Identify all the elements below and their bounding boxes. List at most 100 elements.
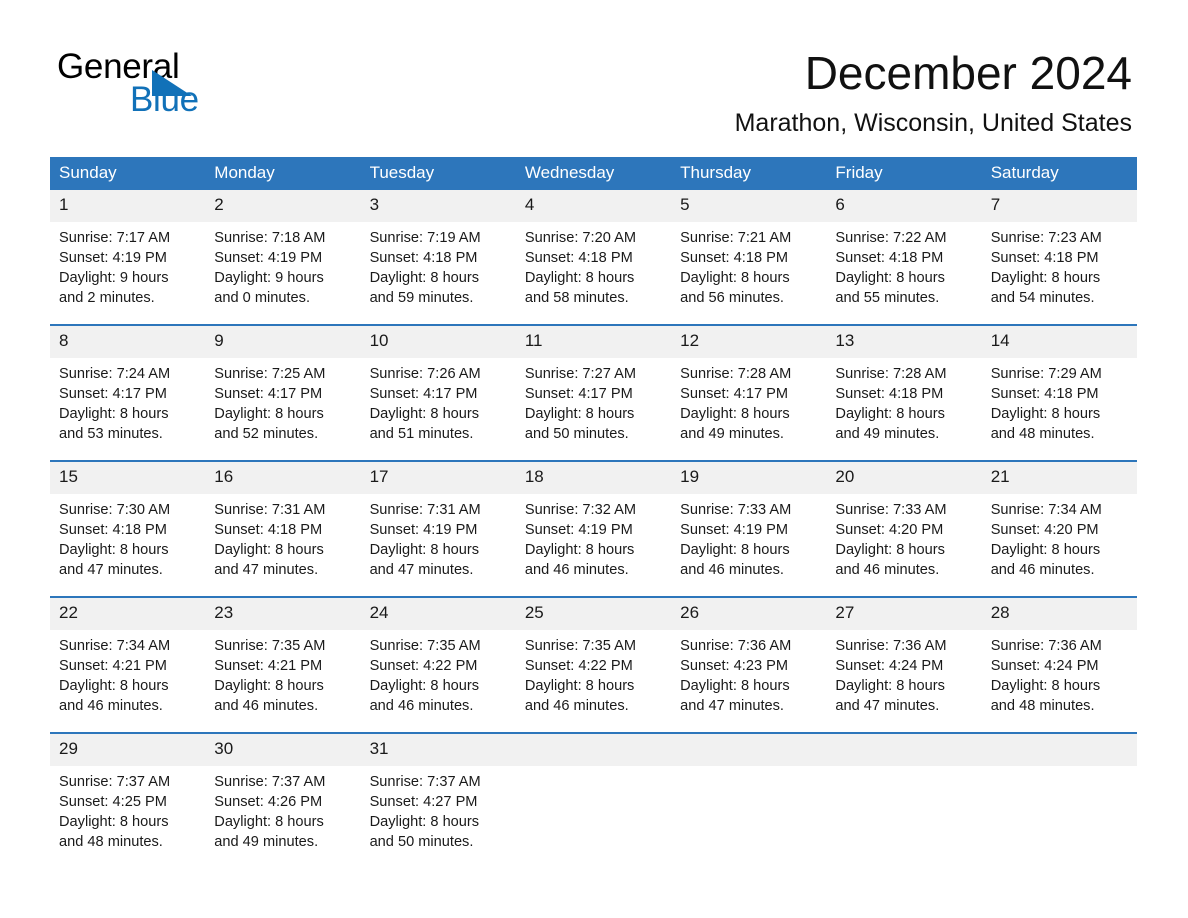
sunset-text: Sunset: 4:19 PM [524,522,633,538]
sunset-text: Sunset: 4:17 PM [59,386,167,402]
day-cell[interactable]: 8 Sunrise: 7:24 AM Sunset: 4:17 PM Dayli… [50,324,206,444]
sunset-text: Sunset: 4:17 PM [680,386,789,402]
weekday-header-saturday: Saturday [981,157,1137,190]
day-cell[interactable]: 14 Sunrise: 7:29 AM Sunset: 4:18 PM Dayl… [981,324,1137,444]
sunrise-text: Sunrise: 7:19 AM [369,230,481,246]
day-cell[interactable]: 19 Sunrise: 7:33 AM Sunset: 4:19 PM Dayl… [671,460,827,580]
sunrise-text: Sunrise: 7:37 AM [59,774,171,790]
day-cell[interactable]: 12 Sunrise: 7:28 AM Sunset: 4:17 PM Dayl… [671,324,827,444]
day-cell[interactable]: 28 Sunrise: 7:36 AM Sunset: 4:24 PM Dayl… [981,596,1137,716]
day-cell[interactable]: 16 Sunrise: 7:31 AM Sunset: 4:18 PM Dayl… [205,460,361,580]
calendar-page: General Blue December 2024 Marathon, Wis… [0,0,1188,918]
day-cell[interactable]: 29 Sunrise: 7:37 AM Sunset: 4:25 PM Dayl… [50,732,206,852]
daylight-line1: Daylight: 9 hours [59,270,169,286]
daylight-line2: and 46 minutes. [524,562,629,578]
daylight-line1: Daylight: 8 hours [59,678,169,694]
day-cell[interactable]: 26 Sunrise: 7:36 AM Sunset: 4:23 PM Dayl… [671,596,827,716]
day-cell[interactable]: 23 Sunrise: 7:35 AM Sunset: 4:21 PM Dayl… [205,596,361,716]
day-cell[interactable]: 9 Sunrise: 7:25 AM Sunset: 4:17 PM Dayli… [205,324,361,444]
day-info: Sunrise: 7:31 AM Sunset: 4:18 PM Dayligh… [205,494,360,580]
day-info: Sunrise: 7:27 AM Sunset: 4:17 PM Dayligh… [516,358,671,444]
day-cell[interactable]: 10 Sunrise: 7:26 AM Sunset: 4:17 PM Dayl… [360,324,516,444]
day-number-empty [515,734,672,766]
day-cell[interactable]: 24 Sunrise: 7:35 AM Sunset: 4:22 PM Dayl… [360,596,516,716]
day-info: Sunrise: 7:26 AM Sunset: 4:17 PM Dayligh… [361,358,516,444]
day-cell[interactable]: 18 Sunrise: 7:32 AM Sunset: 4:19 PM Dayl… [515,460,672,580]
sunset-text: Sunset: 4:20 PM [990,522,1099,538]
daylight-line1: Daylight: 8 hours [59,542,169,558]
daylight-line2: and 47 minutes. [680,698,784,714]
day-cell[interactable]: 3 Sunrise: 7:19 AM Sunset: 4:18 PM Dayli… [360,190,516,308]
day-info: Sunrise: 7:37 AM Sunset: 4:27 PM Dayligh… [361,766,516,852]
daylight-line1: Daylight: 9 hours [214,270,324,286]
day-cell[interactable]: 1 Sunrise: 7:17 AM Sunset: 4:19 PM Dayli… [50,190,206,308]
daylight-line1: Daylight: 8 hours [214,678,324,694]
sunrise-text: Sunrise: 7:31 AM [369,502,481,518]
daylight-line1: Daylight: 8 hours [524,406,635,422]
sunset-text: Sunset: 4:24 PM [990,658,1099,674]
daylight-line2: and 46 minutes. [524,698,629,714]
daylight-line2: and 46 minutes. [835,562,940,578]
sunrise-text: Sunrise: 7:28 AM [680,366,792,382]
day-cell[interactable]: 4 Sunrise: 7:20 AM Sunset: 4:18 PM Dayli… [515,190,672,308]
day-cell[interactable]: 15 Sunrise: 7:30 AM Sunset: 4:18 PM Dayl… [50,460,206,580]
daylight-line2: and 2 minutes. [59,290,155,306]
daylight-line1: Daylight: 8 hours [369,814,480,830]
generalblue-logo[interactable]: General Blue [57,48,317,119]
daylight-line1: Daylight: 8 hours [680,678,790,694]
sunrise-text: Sunrise: 7:36 AM [680,638,792,654]
day-info: Sunrise: 7:35 AM Sunset: 4:22 PM Dayligh… [361,630,516,716]
sunset-text: Sunset: 4:26 PM [214,794,323,810]
week-spacer-cell [50,308,1137,325]
day-number: 9 [205,326,361,358]
day-number: 22 [50,598,206,630]
day-number: 21 [981,462,1137,494]
day-cell[interactable]: 20 Sunrise: 7:33 AM Sunset: 4:20 PM Dayl… [826,460,982,580]
sunset-text: Sunset: 4:25 PM [59,794,167,810]
day-info: Sunrise: 7:37 AM Sunset: 4:25 PM Dayligh… [50,766,205,852]
daylight-line2: and 49 minutes. [835,426,940,442]
sunrise-text: Sunrise: 7:32 AM [524,502,636,518]
daylight-line2: and 56 minutes. [680,290,784,306]
sunrise-text: Sunrise: 7:30 AM [59,502,171,518]
sunset-text: Sunset: 4:21 PM [214,658,323,674]
week-row: 8 Sunrise: 7:24 AM Sunset: 4:17 PM Dayli… [50,324,1137,444]
day-number: 13 [826,326,982,358]
day-cell[interactable]: 5 Sunrise: 7:21 AM Sunset: 4:18 PM Dayli… [671,190,827,308]
day-cell[interactable]: 22 Sunrise: 7:34 AM Sunset: 4:21 PM Dayl… [50,596,206,716]
day-info: Sunrise: 7:25 AM Sunset: 4:17 PM Dayligh… [205,358,360,444]
day-cell[interactable]: 13 Sunrise: 7:28 AM Sunset: 4:18 PM Dayl… [826,324,982,444]
weekday-header-wednesday: Wednesday [515,157,672,190]
day-number: 25 [515,598,672,630]
week-spacer [50,580,1137,597]
day-cell[interactable]: 6 Sunrise: 7:22 AM Sunset: 4:18 PM Dayli… [826,190,982,308]
sunset-text: Sunset: 4:18 PM [835,386,944,402]
day-cell[interactable]: 7 Sunrise: 7:23 AM Sunset: 4:18 PM Dayli… [981,190,1137,308]
sunrise-text: Sunrise: 7:18 AM [214,230,326,246]
day-cell[interactable]: 27 Sunrise: 7:36 AM Sunset: 4:24 PM Dayl… [826,596,982,716]
day-info: Sunrise: 7:20 AM Sunset: 4:18 PM Dayligh… [516,222,671,308]
day-cell[interactable]: 21 Sunrise: 7:34 AM Sunset: 4:20 PM Dayl… [981,460,1137,580]
sunrise-text: Sunrise: 7:35 AM [214,638,326,654]
sunrise-text: Sunrise: 7:35 AM [524,638,636,654]
day-cell[interactable]: 30 Sunrise: 7:37 AM Sunset: 4:26 PM Dayl… [205,732,361,852]
sunset-text: Sunset: 4:19 PM [214,250,323,266]
day-info: Sunrise: 7:32 AM Sunset: 4:19 PM Dayligh… [516,494,671,580]
sunrise-text: Sunrise: 7:29 AM [990,366,1102,382]
daylight-line2: and 50 minutes. [369,834,474,850]
weekday-header-tuesday: Tuesday [360,157,516,190]
week-spacer-cell [50,580,1137,597]
daylight-line1: Daylight: 8 hours [835,406,945,422]
day-number: 4 [515,190,672,222]
day-cell[interactable]: 25 Sunrise: 7:35 AM Sunset: 4:22 PM Dayl… [515,596,672,716]
day-cell[interactable]: 31 Sunrise: 7:37 AM Sunset: 4:27 PM Dayl… [360,732,516,852]
weekday-header-sunday: Sunday [50,157,206,190]
day-cell[interactable]: 17 Sunrise: 7:31 AM Sunset: 4:19 PM Dayl… [360,460,516,580]
sunrise-text: Sunrise: 7:33 AM [835,502,947,518]
day-number-empty [981,734,1137,766]
day-cell[interactable]: 11 Sunrise: 7:27 AM Sunset: 4:17 PM Dayl… [515,324,672,444]
sunrise-text: Sunrise: 7:31 AM [214,502,326,518]
day-number: 5 [671,190,827,222]
day-cell[interactable]: 2 Sunrise: 7:18 AM Sunset: 4:19 PM Dayli… [205,190,361,308]
daylight-line2: and 46 minutes. [214,698,319,714]
